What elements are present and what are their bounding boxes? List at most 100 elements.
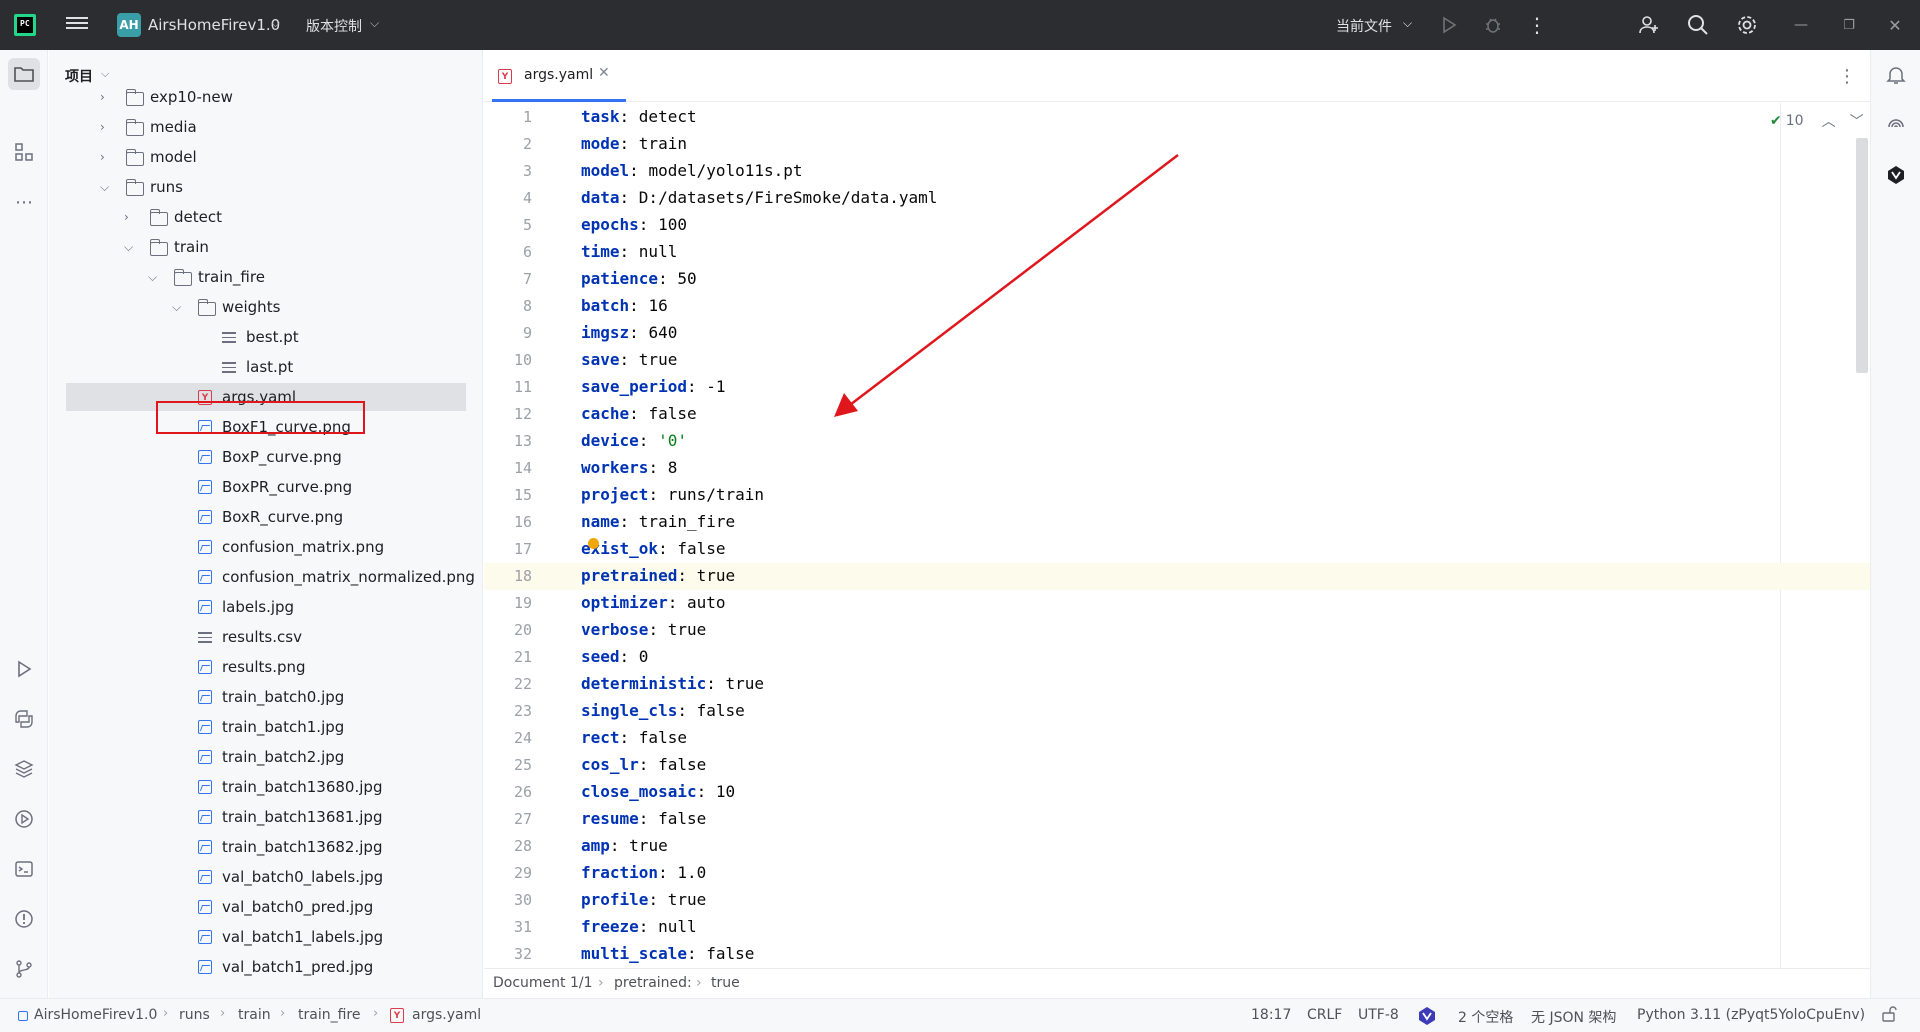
chevron-right-icon[interactable]: › — [100, 150, 112, 164]
tree-item[interactable]: train_batch13680.jpg — [66, 773, 466, 801]
chevron-down-icon[interactable]: ⌵ — [172, 300, 184, 315]
project-badge[interactable]: AH — [117, 13, 141, 37]
next-highlight-icon[interactable]: ﹀ — [1850, 111, 1864, 131]
python-console-icon[interactable] — [12, 707, 36, 731]
code-line[interactable]: 24 rect: false — [484, 725, 1870, 752]
run-config-selector[interactable]: 当前文件 — [1336, 16, 1392, 36]
code-line[interactable]: 31 freeze: null — [484, 914, 1870, 941]
code-line[interactable]: 29 fraction: 1.0 — [484, 860, 1870, 887]
run-panel-icon[interactable] — [12, 657, 36, 681]
previous-highlight-icon[interactable]: ︿ — [1822, 111, 1836, 131]
tree-item[interactable]: › model — [66, 143, 466, 171]
tree-item[interactable]: train_batch1.jpg — [66, 713, 466, 741]
tab-options-icon[interactable]: ⋮ — [1838, 66, 1856, 87]
search-icon[interactable] — [1685, 12, 1711, 38]
main-menu-icon[interactable] — [66, 14, 88, 36]
cursor-position[interactable]: 18:17 — [1251, 1007, 1291, 1023]
chevron-down-icon[interactable]: ⌵ — [271, 16, 280, 31]
settings-gear-icon[interactable] — [1734, 12, 1760, 38]
plugin-icon[interactable] — [1884, 163, 1908, 187]
git-branch-icon[interactable] — [12, 957, 36, 981]
pycharm-logo-icon[interactable]: PC — [14, 14, 36, 36]
close-tab-icon[interactable]: ✕ — [598, 65, 610, 81]
layers-icon[interactable] — [12, 757, 36, 781]
tree-item[interactable]: › detect — [66, 203, 466, 231]
project-folder-icon[interactable] — [8, 58, 40, 90]
code-line[interactable]: 14 workers: 8 — [484, 455, 1870, 482]
tree-item[interactable]: best.pt — [66, 323, 466, 351]
editor-scrollbar[interactable] — [1856, 138, 1868, 373]
chevron-down-icon[interactable]: ⌵ — [124, 240, 136, 255]
tree-item[interactable]: val_batch1_labels.jpg — [66, 923, 466, 951]
tree-item[interactable]: val_batch0_labels.jpg — [66, 863, 466, 891]
code-line[interactable]: 13 device: '0' — [484, 428, 1870, 455]
status-path-train[interactable]: train — [238, 1007, 271, 1023]
tree-item[interactable]: BoxPR_curve.png — [66, 473, 466, 501]
problems-icon[interactable] — [12, 907, 36, 931]
tree-item[interactable]: BoxR_curve.png — [66, 503, 466, 531]
tree-item[interactable]: ⌵ train — [66, 233, 466, 261]
close-icon[interactable]: ✕ — [1882, 12, 1908, 38]
chevron-right-icon[interactable]: › — [100, 120, 112, 134]
code-line[interactable]: 17 exist_ok: false — [484, 536, 1870, 563]
tree-item[interactable]: › media — [66, 113, 466, 141]
tree-item[interactable]: last.pt — [66, 353, 466, 381]
code-line[interactable]: 15 project: runs/train — [484, 482, 1870, 509]
tree-item[interactable]: train_batch0.jpg — [66, 683, 466, 711]
vcs-menu[interactable]: 版本控制 — [306, 16, 362, 36]
intention-bulb-icon[interactable] — [588, 538, 599, 549]
code-line[interactable]: 21 seed: 0 — [484, 644, 1870, 671]
json-schema[interactable]: 无 JSON 架构 — [1531, 1007, 1616, 1027]
breadcrumb-key[interactable]: pretrained: — [614, 975, 692, 991]
line-ending[interactable]: CRLF — [1307, 1007, 1342, 1023]
ai-assistant-icon[interactable] — [1884, 113, 1908, 137]
run-icon[interactable] — [1436, 12, 1462, 38]
code-line[interactable]: 26 close_mosaic: 10 — [484, 779, 1870, 806]
tab-args-yaml[interactable]: Y args.yaml ✕ — [484, 50, 626, 102]
tree-item[interactable]: ⌵ weights — [66, 293, 466, 321]
tree-item[interactable]: ⌵ train_fire — [66, 263, 466, 291]
notifications-bell-icon[interactable] — [1884, 63, 1908, 87]
code-line[interactable]: 19 optimizer: auto — [484, 590, 1870, 617]
indent-setting[interactable]: 2 个空格 — [1458, 1007, 1513, 1027]
tree-item[interactable]: confusion_matrix.png — [66, 533, 466, 561]
breadcrumb-document[interactable]: Document 1/1 — [493, 975, 593, 991]
code-line[interactable]: 25 cos_lr: false — [484, 752, 1870, 779]
services-icon[interactable] — [12, 807, 36, 831]
chevron-down-icon[interactable]: ⌵ — [1403, 16, 1412, 31]
breadcrumb-value[interactable]: true — [711, 975, 740, 991]
tree-item[interactable]: val_batch1_pred.jpg — [66, 953, 466, 981]
plugin-status-icon[interactable] — [1416, 1005, 1438, 1031]
chevron-down-icon[interactable]: ⌵ — [148, 270, 160, 285]
code-line[interactable]: 27 resume: false — [484, 806, 1870, 833]
tree-item[interactable]: results.csv — [66, 623, 466, 651]
tree-item[interactable]: labels.jpg — [66, 593, 466, 621]
code-line[interactable]: 23 single_cls: false — [484, 698, 1870, 725]
status-path-project[interactable]: AirsHomeFirev1.0 — [34, 1007, 157, 1023]
code-line[interactable]: 20 verbose: true — [484, 617, 1870, 644]
code-line[interactable]: 22 deterministic: true — [484, 671, 1870, 698]
code-line[interactable]: 1 task: detect — [484, 104, 1870, 131]
more-actions-icon[interactable]: ⋮ — [1524, 12, 1550, 38]
tree-item[interactable]: train_batch13682.jpg — [66, 833, 466, 861]
code-line[interactable]: 32 multi_scale: false — [484, 941, 1870, 968]
tree-item[interactable]: train_batch2.jpg — [66, 743, 466, 771]
structure-icon[interactable] — [12, 140, 36, 164]
chevron-right-icon[interactable]: › — [100, 90, 112, 104]
tree-item[interactable]: results.png — [66, 653, 466, 681]
minimize-icon[interactable]: — — [1788, 12, 1814, 38]
status-path-file[interactable]: args.yaml — [412, 1007, 481, 1023]
file-encoding[interactable]: UTF-8 — [1358, 1007, 1399, 1023]
add-user-icon[interactable] — [1636, 12, 1662, 38]
tree-item[interactable]: confusion_matrix_normalized.png — [66, 563, 475, 591]
more-tools-icon[interactable]: ⋯ — [12, 190, 36, 214]
chevron-down-icon[interactable]: ⌵ — [101, 67, 109, 81]
debug-icon[interactable] — [1480, 12, 1506, 38]
tree-item[interactable]: ⌵ runs — [66, 173, 466, 201]
project-name[interactable]: AirsHomeFirev1.0 — [148, 16, 280, 34]
chevron-right-icon[interactable]: › — [124, 210, 136, 224]
python-interpreter[interactable]: Python 3.11 (zPyqt5YoloCpuEnv) — [1637, 1007, 1865, 1023]
inspection-widget[interactable]: ✔ 10 ︿ ﹀ — [1770, 111, 1864, 131]
unlock-icon[interactable] — [1880, 1005, 1898, 1027]
tree-item[interactable]: val_batch0_pred.jpg — [66, 893, 466, 921]
